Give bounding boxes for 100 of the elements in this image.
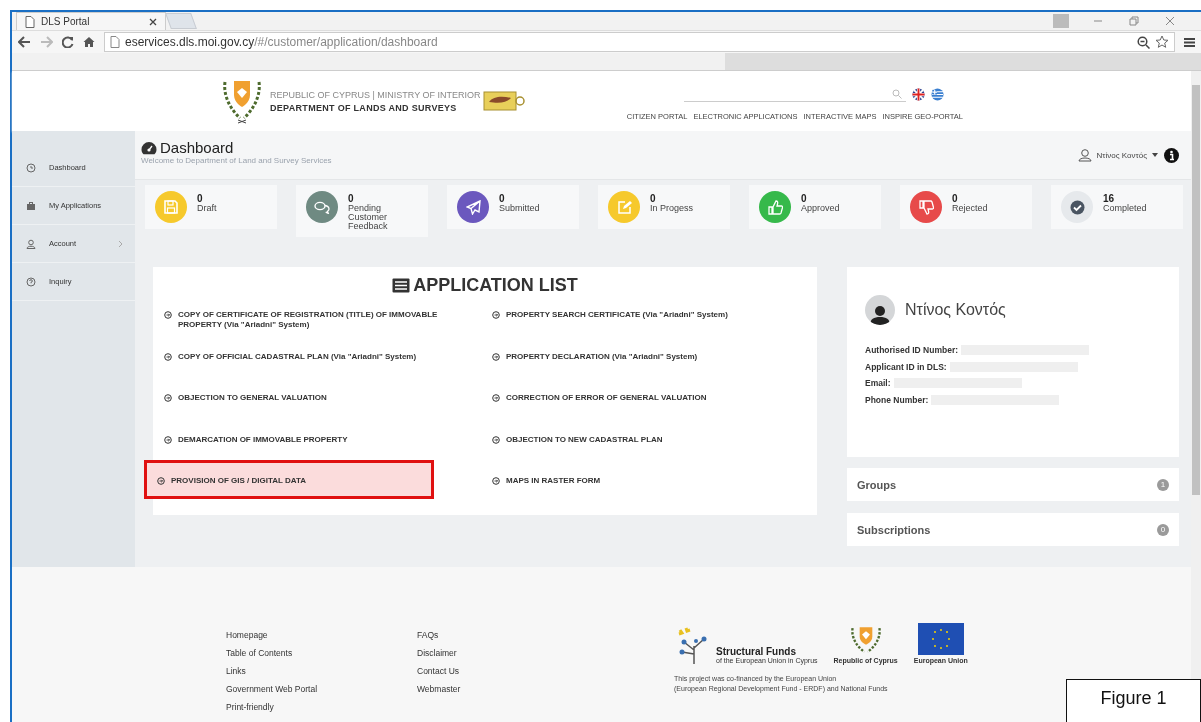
collapsible-panel[interactable]: Subscriptions 0 — [847, 513, 1179, 546]
caret-icon — [1152, 153, 1158, 157]
stat-card[interactable]: 0 Approved — [749, 185, 881, 229]
arrow-circle-icon — [164, 435, 172, 444]
close-window-icon[interactable] — [1165, 16, 1175, 26]
home-icon[interactable] — [83, 36, 95, 48]
collapsible-panel[interactable]: Groups 1 — [847, 468, 1179, 501]
browser-tab[interactable]: DLS Portal — [16, 12, 166, 30]
info-icon[interactable] — [1164, 147, 1179, 163]
stat-card[interactable]: 16 Completed — [1051, 185, 1183, 229]
restore-icon[interactable] — [1129, 16, 1139, 26]
stat-count: 0 — [650, 194, 657, 204]
page-subtitle: Welcome to Department of Land and Survey Services — [141, 156, 332, 165]
arrow-circle-icon — [492, 435, 500, 444]
stat-card[interactable]: 0 Draft — [145, 185, 277, 229]
uk-flag-icon[interactable] — [912, 88, 925, 101]
ministry-text: REPUBLIC OF CYPRUS | MINISTRY OF INTERIOR — [270, 89, 481, 100]
application-link[interactable]: COPY OF CERTIFICATE OF REGISTRATION (TITLE) OF IMMOVABLE PROPERTY (Via "Ariadni" System) — [163, 310, 464, 330]
user-icon — [26, 238, 36, 249]
tab-title: DLS Portal — [41, 16, 91, 27]
map-tag-icon — [482, 90, 525, 112]
arrow-circle-icon — [492, 352, 500, 361]
application-link[interactable]: OBJECTION TO GENERAL VALUATION — [163, 393, 464, 403]
footer-link[interactable]: Government Web Portal — [226, 683, 417, 695]
application-link[interactable]: PROPERTY DECLARATION (Via "Ariadni" System) — [491, 351, 792, 362]
count-badge: 0 — [1157, 523, 1169, 536]
panel-title: Groups — [857, 478, 897, 491]
application-link[interactable]: OBJECTION TO NEW CADASTRAL PLAN — [491, 434, 792, 445]
thumbs-up-icon — [767, 199, 783, 215]
application-link[interactable]: CORRECTION OF ERROR OF GENERAL VALUATION — [491, 393, 792, 403]
back-icon[interactable] — [18, 36, 31, 48]
profile-name: Ντίνος Κοντός — [905, 301, 1006, 319]
application-link[interactable]: DEMARCATION OF IMMOVABLE PROPERTY — [163, 434, 464, 445]
stat-count: 0 — [952, 194, 959, 204]
stat-count: 0 — [197, 194, 204, 204]
reload-icon[interactable] — [62, 36, 74, 48]
field-label: Phone Number: — [865, 394, 929, 405]
page-icon — [25, 15, 35, 28]
stat-label: Submitted — [499, 204, 541, 213]
arrow-circle-icon — [157, 477, 165, 485]
stat-count: 0 — [499, 194, 506, 204]
address-bar[interactable]: eservices.dls.moi.gov.cy/#/customer/application/dashboard — [104, 32, 1175, 52]
footer-link[interactable]: Homepage — [226, 629, 417, 641]
field-label: Applicant ID in DLS: — [865, 361, 947, 372]
eu-flag-icon — [917, 623, 964, 655]
arrow-circle-icon — [164, 394, 172, 402]
page-icon — [110, 36, 120, 48]
stat-label: Draft — [197, 204, 218, 213]
count-badge: 1 — [1157, 478, 1169, 491]
stat-label: Approved — [801, 204, 841, 213]
field-label: Email: — [865, 378, 891, 388]
edit-icon — [616, 199, 632, 215]
avatar-silhouette — [865, 295, 895, 325]
user-menu[interactable]: Ντίνος Κοντός — [1077, 148, 1158, 162]
help-icon — [26, 276, 36, 287]
application-link[interactable]: PROPERTY SEARCH CERTIFICATE (Via "Ariadni" System) — [491, 310, 792, 320]
menu-icon[interactable] — [1184, 36, 1195, 48]
logo-title: Structural Funds — [716, 646, 797, 657]
stat-label: In Progess — [650, 204, 695, 213]
stat-card[interactable]: 0 Rejected — [900, 185, 1032, 229]
coat-of-arms-icon — [220, 78, 264, 124]
zoom-icon[interactable] — [1137, 35, 1150, 49]
stat-label: Pending Customer Feedback — [348, 204, 389, 231]
thumbs-down-icon — [918, 199, 934, 215]
section-title: APPLICATION LIST — [413, 275, 578, 296]
footer-link[interactable]: Disclaimer — [417, 647, 608, 659]
footer-link[interactable]: Table of Contents — [226, 647, 417, 659]
application-link[interactable]: MAPS IN RASTER FORM — [491, 476, 792, 486]
footer-link[interactable]: Webmaster — [417, 683, 608, 695]
stat-label: Rejected — [952, 204, 989, 213]
check-circle-icon — [1069, 199, 1085, 215]
application-link[interactable]: COPY OF OFFICIAL CADASTRAL PLAN (Via "Ariadni" System) — [163, 351, 464, 362]
footer-link[interactable]: Links — [226, 665, 417, 677]
stat-count: 16 — [1103, 194, 1116, 204]
stat-card[interactable]: 0 In Progess — [598, 185, 730, 229]
search-field[interactable] — [684, 87, 906, 102]
application-link[interactable]: PROVISION OF GIS / DIGITAL DATA — [147, 463, 431, 496]
page-title: Dashboard — [160, 139, 234, 156]
footer-link[interactable]: Print-friendly — [226, 701, 417, 713]
department-name: DEPARTMENT OF LANDS AND SURVEYS — [270, 102, 458, 113]
arrow-circle-icon — [492, 311, 500, 319]
stat-card[interactable]: 0 Pending Customer Feedback — [296, 185, 428, 237]
list-icon — [392, 278, 411, 293]
stat-count: 0 — [348, 194, 355, 204]
footer-link[interactable]: Contact Us — [417, 665, 608, 677]
footer-link[interactable]: FAQs — [417, 629, 608, 641]
stat-count: 0 — [801, 194, 808, 204]
star-icon[interactable] — [1155, 35, 1169, 49]
stat-card[interactable]: 0 Submitted — [447, 185, 579, 229]
briefcase-icon — [26, 200, 36, 211]
paper-plane-icon — [465, 199, 481, 215]
field-label: Authorised ID Number: — [865, 345, 959, 355]
close-icon[interactable] — [149, 17, 157, 26]
stat-label: Completed — [1103, 204, 1148, 213]
greek-flag-icon[interactable] — [931, 88, 944, 101]
dashboard-icon — [141, 140, 157, 155]
url-text: eservices.dls.moi.gov.cy/#/customer/application/dashboard — [125, 35, 438, 49]
clock-icon — [26, 162, 36, 173]
panel-title: Subscriptions — [857, 523, 931, 536]
arrow-circle-icon — [164, 352, 172, 361]
